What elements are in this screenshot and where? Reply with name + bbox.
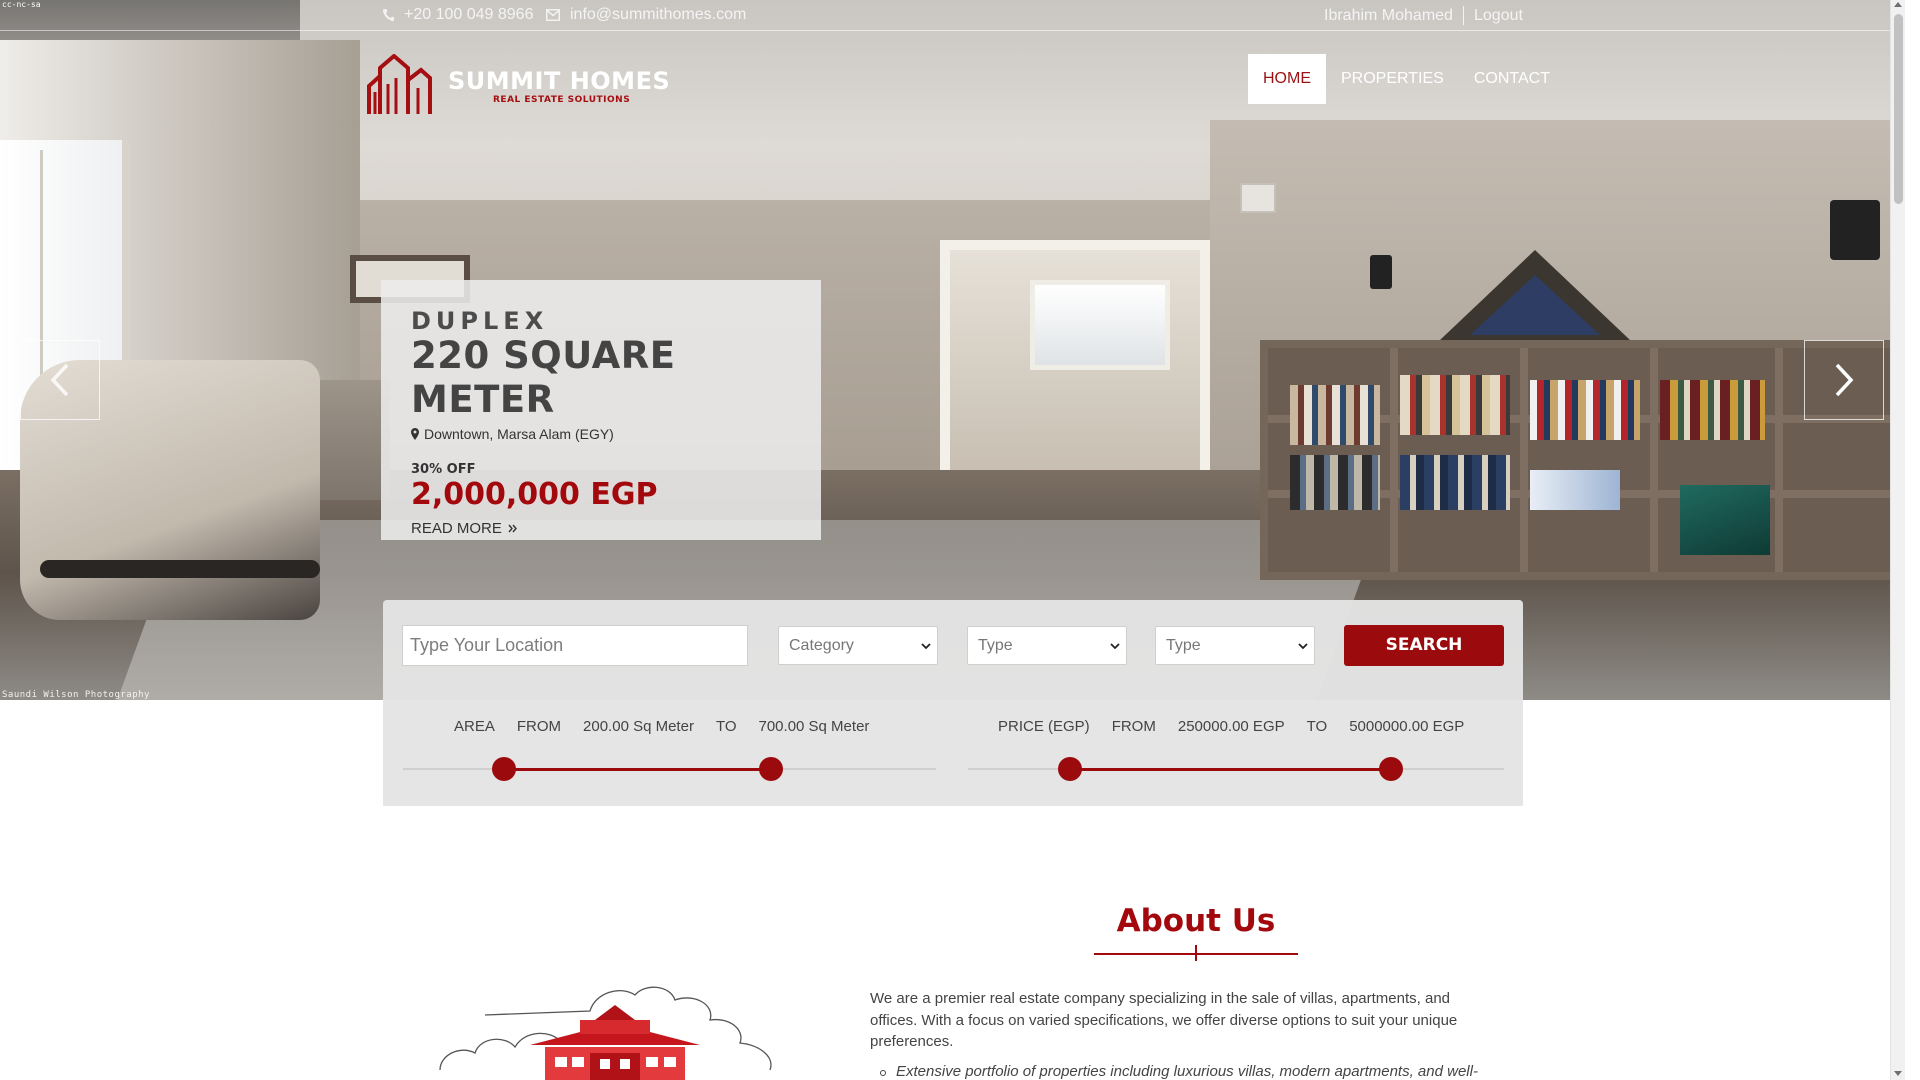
- location-text: Downtown, Marsa Alam (EGY): [424, 426, 614, 442]
- logout-link[interactable]: Logout: [1474, 6, 1523, 25]
- about-list-item-1: Extensive portfolio of properties includ…: [896, 1063, 1478, 1080]
- property-size: 220 SQUARE METER: [411, 334, 676, 421]
- area-to-value: 700.00 Sq Meter: [758, 718, 870, 735]
- price-slider-fill: [1069, 768, 1392, 771]
- slider-prev-button[interactable]: [20, 340, 100, 420]
- price-to-value: 5000000.00 EGP: [1349, 718, 1465, 735]
- price-range-labels: PRICE (EGP) FROM 250000.00 EGP TO 500000…: [998, 718, 1486, 735]
- type-select-2-label: Type: [1166, 637, 1201, 654]
- building-logo-icon: [367, 54, 432, 114]
- scroll-up-icon[interactable]: [1894, 2, 1902, 7]
- slider-next-button[interactable]: [1804, 340, 1884, 420]
- topbar-phone[interactable]: +20 100 049 8966: [382, 6, 533, 24]
- page: cc-nc-sa Saundi Wilson Photography +20 1…: [0, 0, 1905, 1080]
- chevron-down-icon: [921, 643, 931, 650]
- chevron-right-icon: [1835, 363, 1854, 397]
- read-more-link[interactable]: READ MORE: [411, 520, 791, 537]
- chevron-down-icon: [1110, 643, 1120, 650]
- logo-title: SUMMIT HOMES: [448, 67, 671, 95]
- slide-caption: DUPLEX 220 SQUARE METER Downtown, Marsa …: [381, 280, 821, 540]
- location-search-input[interactable]: Type Your Location: [402, 625, 748, 666]
- main-nav: HOME PROPERTIES CONTACT: [1248, 54, 1565, 104]
- nav-contact[interactable]: CONTACT: [1459, 54, 1565, 104]
- area-range-labels: AREA FROM 200.00 Sq Meter TO 700.00 Sq M…: [454, 718, 891, 735]
- photo-credit: Saundi Wilson Photography: [2, 690, 150, 700]
- read-more-label: READ MORE: [411, 520, 502, 537]
- map-marker-icon: [411, 428, 419, 440]
- type-select-2[interactable]: Type: [1155, 626, 1315, 665]
- property-price: 2,000,000 EGP: [411, 477, 658, 512]
- discount-label: 30% OFF: [411, 462, 476, 477]
- property-type: DUPLEX: [411, 307, 549, 335]
- logo-subtitle: REAL ESTATE SOLUTIONS: [493, 95, 631, 105]
- nav-home[interactable]: HOME: [1248, 54, 1326, 104]
- envelope-icon: [546, 9, 560, 21]
- category-select[interactable]: Category: [778, 626, 938, 665]
- type-select-1-label: Type: [978, 637, 1013, 654]
- type-select-1[interactable]: Type: [967, 626, 1127, 665]
- price-to-label: TO: [1306, 718, 1328, 735]
- area-max-handle[interactable]: [758, 757, 783, 781]
- user-name-link[interactable]: Ibrahim Mohamed: [1324, 6, 1464, 25]
- area-from-label: FROM: [516, 718, 562, 735]
- hero-slider: cc-nc-sa Saundi Wilson Photography: [0, 0, 1905, 700]
- area-label: AREA: [454, 718, 495, 735]
- price-max-handle[interactable]: [1379, 757, 1404, 781]
- double-chevron-right-icon: [508, 524, 517, 533]
- price-from-label: FROM: [1111, 718, 1156, 735]
- bullet-icon: [880, 1070, 886, 1076]
- price-from-value: 250000.00 EGP: [1177, 718, 1285, 735]
- nav-properties[interactable]: PROPERTIES: [1326, 54, 1459, 104]
- search-button[interactable]: SEARCH: [1344, 625, 1504, 666]
- about-text: We are a premier real estate company spe…: [870, 990, 1458, 1050]
- price-min-handle[interactable]: [1057, 757, 1082, 781]
- site-logo[interactable]: SUMMIT HOMES REAL ESTATE SOLUTIONS: [366, 54, 670, 116]
- chevron-left-icon: [50, 363, 69, 397]
- scroll-down-icon[interactable]: [1894, 1071, 1902, 1076]
- property-location: Downtown, Marsa Alam (EGY): [411, 426, 791, 442]
- about-title: About Us: [1116, 903, 1276, 939]
- house-illustration: [439, 986, 772, 1080]
- scroll-thumb[interactable]: [1894, 14, 1903, 204]
- category-select-label: Category: [789, 637, 854, 654]
- about-list: Extensive portfolio of properties includ…: [880, 1062, 1520, 1080]
- area-to-label: TO: [715, 718, 737, 735]
- phone-icon: [383, 9, 394, 22]
- search-panel: Type Your Location Category Type Type SE…: [383, 600, 1523, 806]
- price-label: PRICE (EGP): [998, 718, 1090, 735]
- area-slider-fill: [504, 768, 771, 771]
- chevron-down-icon: [1298, 643, 1308, 650]
- topbar-email[interactable]: info@summithomes.com: [546, 6, 746, 24]
- list-item: Extensive portfolio of properties includ…: [880, 1062, 1520, 1080]
- phone-number: +20 100 049 8966: [404, 6, 534, 23]
- email-address: info@summithomes.com: [570, 6, 747, 23]
- top-bar: +20 100 049 8966 info@summithomes.com Ib…: [0, 0, 1905, 31]
- area-min-handle[interactable]: [492, 757, 517, 781]
- page-scrollbar[interactable]: [1890, 0, 1905, 1080]
- area-from-value: 200.00 Sq Meter: [583, 718, 694, 735]
